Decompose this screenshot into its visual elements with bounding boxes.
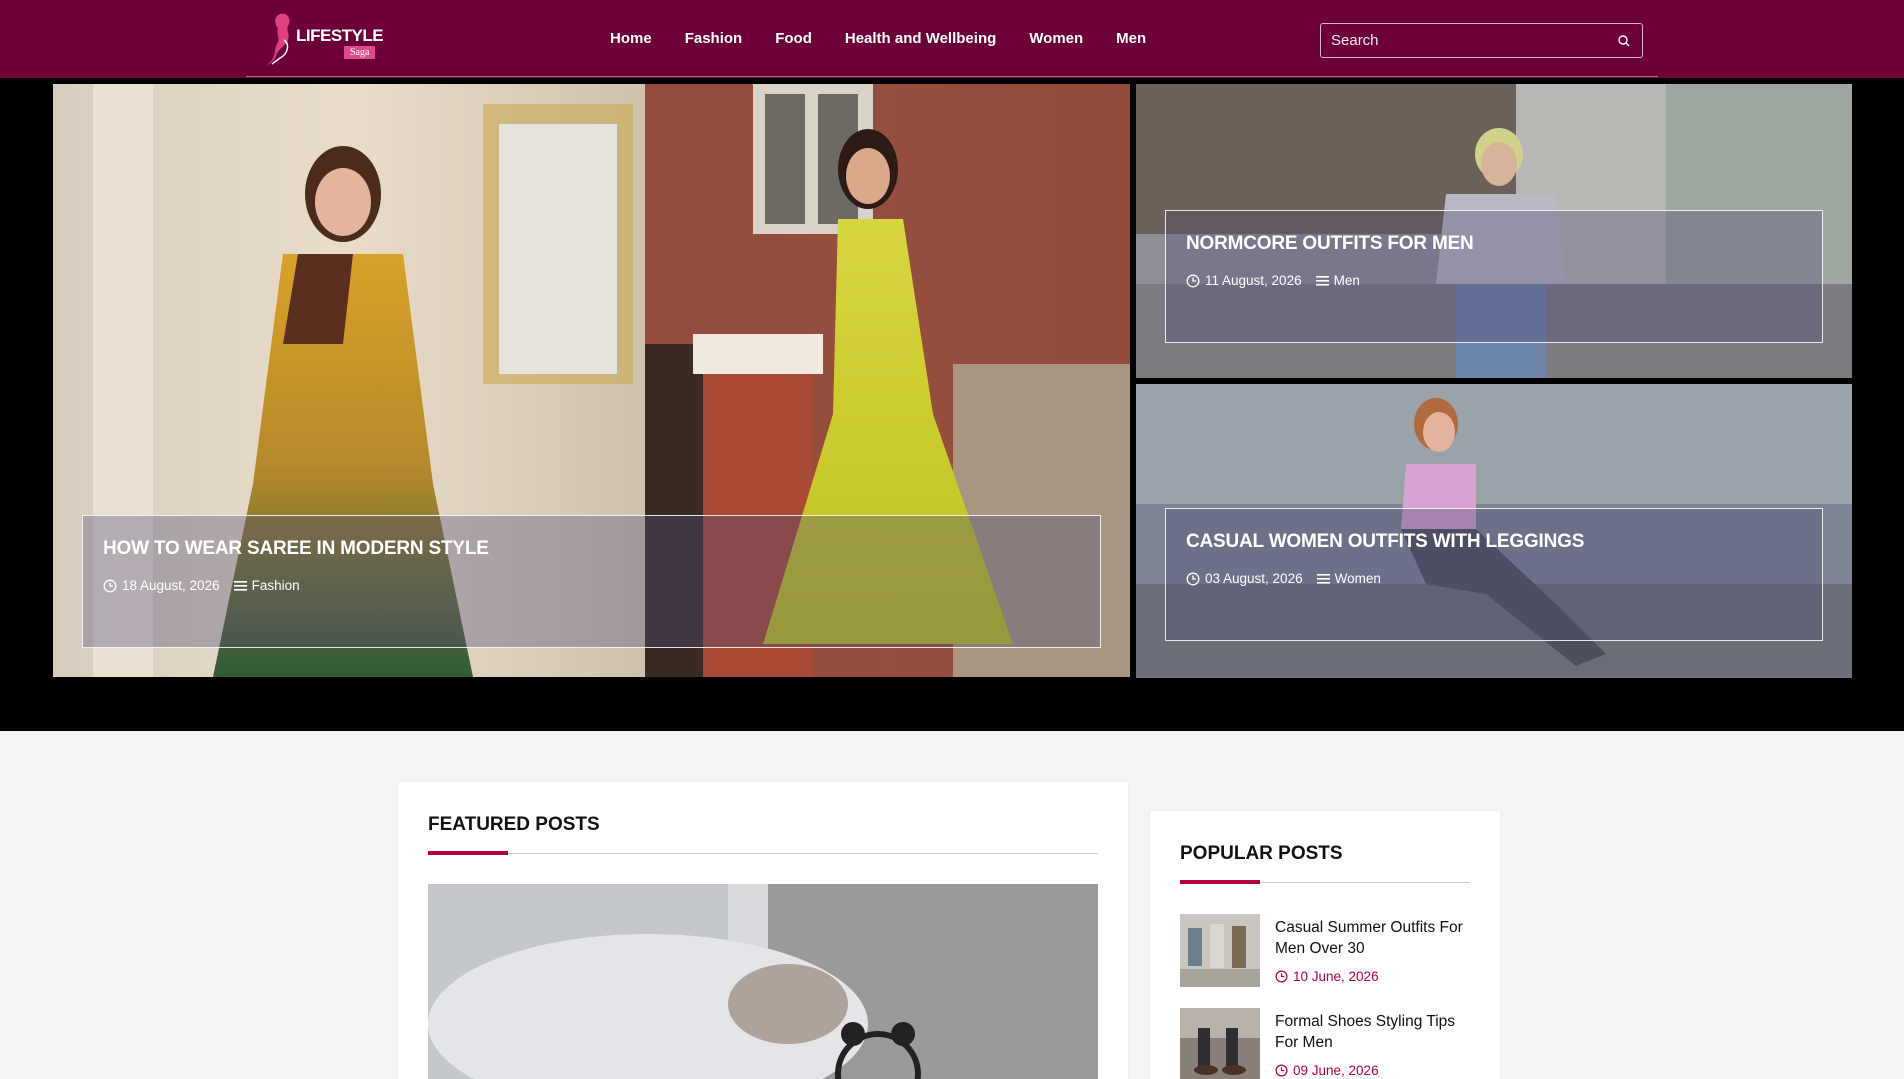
featured-divider: [428, 853, 1098, 854]
hero-caption-leggings: CASUAL WOMEN OUTFITS WITH LEGGINGS 03 Au…: [1165, 508, 1823, 641]
clock-icon: [103, 579, 117, 592]
header-divider: [246, 76, 1658, 77]
popular-post-title[interactable]: Formal Shoes Styling Tips For Men: [1275, 1011, 1480, 1053]
hero-grid: HOW TO WEAR SAREE IN MODERN STYLE 18 Aug…: [0, 78, 1904, 731]
hero-title-normcore[interactable]: NORMCORE OUTFITS FOR MEN: [1186, 233, 1474, 255]
hero-date-saree: 18 August, 2026: [122, 578, 220, 593]
logo-text: LIFESTYLE: [296, 26, 384, 45]
hero-category-saree[interactable]: Fashion: [252, 578, 300, 593]
logo-figure-icon: [266, 13, 290, 66]
hero-post-leggings[interactable]: CASUAL WOMEN OUTFITS WITH LEGGINGS 03 Au…: [1136, 384, 1852, 678]
popular-post-thumbnail[interactable]: [1180, 914, 1260, 987]
featured-post-image[interactable]: [428, 884, 1098, 1079]
logo-tagline: Saga: [344, 46, 376, 59]
hero-title-saree[interactable]: HOW TO WEAR SAREE IN MODERN STYLE: [103, 538, 489, 560]
clock-icon: [1275, 970, 1288, 983]
popular-post-date: 10 June, 2026: [1275, 969, 1379, 984]
clock-icon: [1186, 274, 1200, 287]
hero-caption-saree: HOW TO WEAR SAREE IN MODERN STYLE 18 Aug…: [82, 515, 1101, 648]
hero-meta-saree: 18 August, 2026 Fashion: [103, 578, 300, 593]
site-header: LIFESTYLE Saga Home Fashion Food Health …: [0, 0, 1904, 78]
nav-food[interactable]: Food: [775, 30, 812, 47]
popular-posts-section: POPULAR POSTS Casual Summer Outfits For …: [1150, 811, 1500, 1079]
nav-fashion[interactable]: Fashion: [685, 30, 743, 47]
hero-caption-normcore: NORMCORE OUTFITS FOR MEN 11 August, 2026…: [1165, 210, 1823, 343]
main-nav: Home Fashion Food Health and Wellbeing W…: [610, 30, 1179, 47]
list-icon: [1315, 275, 1329, 286]
popular-post-item[interactable]: Casual Summer Outfits For Men Over 30 10…: [1180, 914, 1480, 992]
popular-divider-accent: [1180, 880, 1260, 884]
hero-date-normcore: 11 August, 2026: [1205, 273, 1302, 288]
popular-post-title[interactable]: Casual Summer Outfits For Men Over 30: [1275, 917, 1480, 959]
nav-women[interactable]: Women: [1029, 30, 1083, 47]
hero-post-saree[interactable]: HOW TO WEAR SAREE IN MODERN STYLE 18 Aug…: [53, 84, 1130, 677]
list-icon: [233, 580, 247, 591]
popular-posts-title: POPULAR POSTS: [1180, 843, 1343, 864]
search-input[interactable]: [1331, 32, 1616, 49]
clock-icon: [1275, 1064, 1288, 1077]
featured-divider-accent: [428, 851, 508, 855]
search-icon[interactable]: [1616, 33, 1632, 49]
list-icon: [1316, 573, 1330, 584]
site-logo[interactable]: LIFESTYLE Saga: [266, 10, 386, 66]
nav-home[interactable]: Home: [610, 30, 652, 47]
hero-category-normcore[interactable]: Men: [1334, 273, 1360, 288]
popular-post-date-text: 10 June, 2026: [1293, 969, 1379, 984]
clock-icon: [1186, 572, 1200, 585]
hero-meta-leggings: 03 August, 2026 Women: [1186, 571, 1381, 586]
popular-post-date-text: 09 June, 2026: [1293, 1063, 1379, 1078]
popular-post-item[interactable]: Formal Shoes Styling Tips For Men 09 Jun…: [1180, 1008, 1480, 1079]
search-box: [1320, 23, 1643, 58]
hero-date-leggings: 03 August, 2026: [1205, 571, 1303, 586]
popular-post-thumbnail[interactable]: [1180, 1008, 1260, 1079]
hero-meta-normcore: 11 August, 2026 Men: [1186, 273, 1360, 288]
popular-post-date: 09 June, 2026: [1275, 1063, 1379, 1078]
featured-posts-title: FEATURED POSTS: [428, 814, 600, 835]
nav-health-and-wellbeing[interactable]: Health and Wellbeing: [845, 30, 996, 47]
hero-title-leggings[interactable]: CASUAL WOMEN OUTFITS WITH LEGGINGS: [1186, 531, 1584, 553]
hero-post-normcore[interactable]: NORMCORE OUTFITS FOR MEN 11 August, 2026…: [1136, 84, 1852, 378]
nav-men[interactable]: Men: [1116, 30, 1146, 47]
hero-category-leggings[interactable]: Women: [1335, 571, 1381, 586]
featured-posts-section: FEATURED POSTS: [398, 782, 1128, 1079]
